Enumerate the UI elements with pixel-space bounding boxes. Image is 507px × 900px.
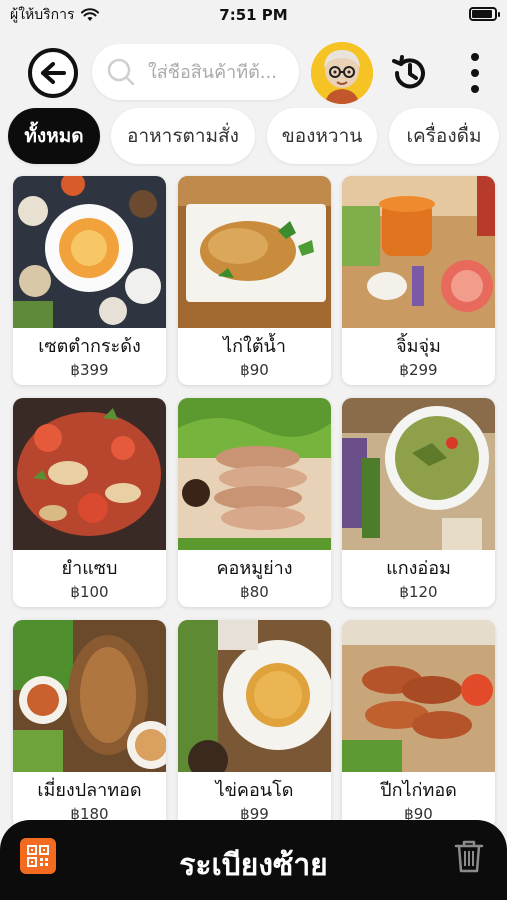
- product-name: ยำแซบ: [61, 558, 118, 579]
- bottom-bar: ระเบียงซ้าย: [0, 820, 507, 900]
- product-price: ฿120: [399, 583, 438, 601]
- product-name: จิ้มจุ่ม: [396, 336, 441, 357]
- carrier-group: ผู้ให้บริการ: [10, 4, 99, 26]
- product-photo: [178, 176, 331, 328]
- product-price: ฿299: [399, 361, 438, 379]
- product-card[interactable]: เมี่ยงปลาทอด ฿180: [13, 620, 166, 829]
- search-icon: [107, 58, 135, 86]
- avatar[interactable]: [311, 42, 373, 104]
- product-name: เซตตำกระด้ง: [38, 336, 141, 357]
- tab-made-to-order[interactable]: อาหารตามสั่ง: [111, 108, 255, 164]
- product-price: ฿90: [240, 361, 269, 379]
- product-name: ไก่ใต้น้ำ: [223, 336, 286, 357]
- product-name: ปีกไก่ทอด: [380, 780, 457, 801]
- category-tabs: ทั้งหมด อาหารตามสั่ง ของหวาน เครื่องดื่ม: [0, 108, 507, 164]
- status-bar: ผู้ให้บริการ 7:51 PM: [0, 0, 507, 30]
- search-bar[interactable]: [92, 44, 299, 100]
- more-dot-icon: [471, 85, 479, 93]
- product-photo: [13, 398, 166, 550]
- product-name: แกงอ่อม: [386, 558, 451, 579]
- product-photo: [13, 176, 166, 328]
- tab-all[interactable]: ทั้งหมด: [8, 108, 100, 164]
- more-dot-icon: [471, 69, 479, 77]
- product-card[interactable]: ปีกไก่ทอด ฿90: [342, 620, 495, 829]
- history-button[interactable]: [386, 50, 432, 96]
- table-name: ระเบียงซ้าย: [179, 848, 328, 883]
- clear-order-button[interactable]: [451, 836, 487, 876]
- product-card[interactable]: ไข่คอนโด ฿99: [178, 620, 331, 829]
- arrow-left-icon: [41, 62, 66, 84]
- product-card[interactable]: เซตตำกระด้ง ฿399: [13, 176, 166, 385]
- product-name: ไข่คอนโด: [215, 780, 294, 801]
- carrier-label: ผู้ให้บริการ: [10, 7, 75, 23]
- more-options-button[interactable]: [460, 50, 490, 96]
- wifi-icon: [80, 8, 99, 21]
- product-photo: [178, 398, 331, 550]
- product-price: ฿399: [70, 361, 109, 379]
- product-card[interactable]: ยำแซบ ฿100: [13, 398, 166, 607]
- top-toolbar: [0, 40, 507, 106]
- product-name: เมี่ยงปลาทอด: [37, 780, 142, 801]
- tab-desserts[interactable]: ของหวาน: [267, 108, 377, 164]
- trash-icon: [454, 840, 484, 873]
- back-button[interactable]: [28, 48, 78, 98]
- history-icon: [392, 55, 425, 89]
- product-card[interactable]: จิ้มจุ่ม ฿299: [342, 176, 495, 385]
- product-card[interactable]: แกงอ่อม ฿120: [342, 398, 495, 607]
- product-price: ฿100: [70, 583, 109, 601]
- product-photo: [342, 176, 495, 328]
- product-photo: [13, 620, 166, 772]
- product-photo: [178, 620, 331, 772]
- user-avatar-icon: [311, 42, 373, 104]
- product-photo: [342, 398, 495, 550]
- product-price: ฿80: [240, 583, 269, 601]
- product-card[interactable]: คอหมูย่าง ฿80: [178, 398, 331, 607]
- search-input[interactable]: [148, 61, 298, 83]
- battery-level: [472, 10, 492, 18]
- product-photo: [342, 620, 495, 772]
- tab-drinks[interactable]: เครื่องดื่ม: [389, 108, 499, 164]
- battery-icon: [469, 7, 500, 21]
- more-dot-icon: [471, 53, 479, 61]
- product-card[interactable]: ไก่ใต้น้ำ ฿90: [178, 176, 331, 385]
- product-name: คอหมูย่าง: [216, 558, 293, 579]
